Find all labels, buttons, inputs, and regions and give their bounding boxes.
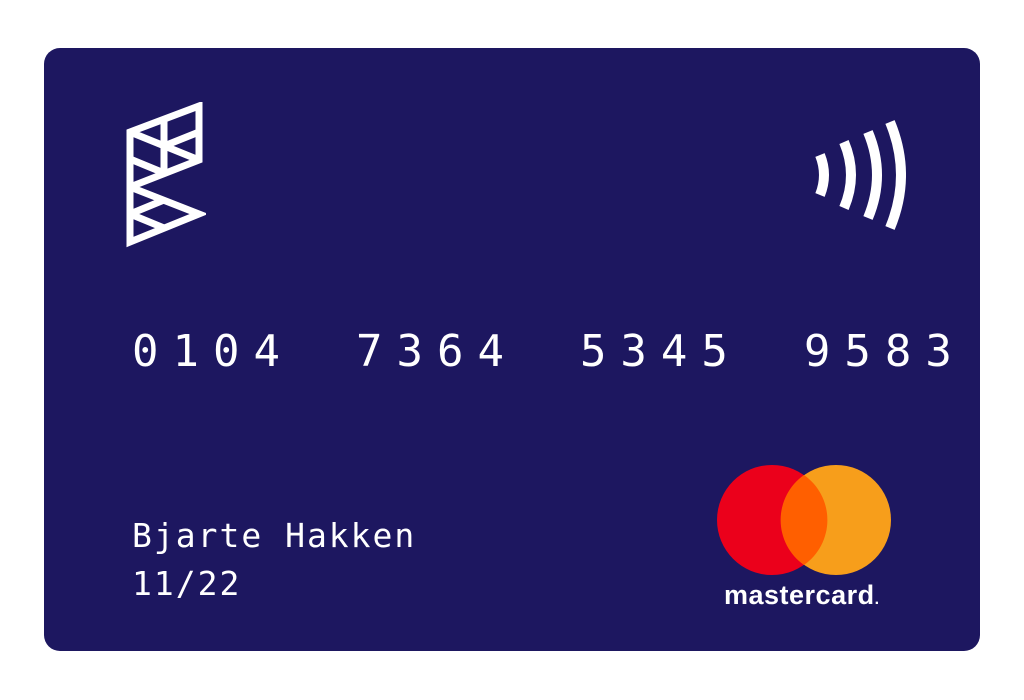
mastercard-registered-dot: . <box>874 591 880 608</box>
mastercard-wordmark: mastercard. <box>724 578 880 617</box>
mastercard-wordmark-text: mastercard <box>724 580 875 610</box>
mastercard-circles-icon <box>717 465 891 575</box>
contactless-icon <box>815 120 906 230</box>
card-number-group-3: 5345 <box>579 326 742 377</box>
card-number-group-2: 7364 <box>355 326 518 377</box>
expiry-date: 11/22 <box>132 564 242 603</box>
card-number-group-1: 0104 <box>132 326 294 377</box>
issuer-logo-icon <box>126 102 206 248</box>
card-number-group-4: 9583 <box>803 326 966 377</box>
card-number: 0104 7364 5345 9583 <box>132 322 952 382</box>
cardholder-name: Bjarte Hakken <box>132 516 417 555</box>
payment-card: 0104 7364 5345 9583 Bjarte Hakken 11/22 … <box>44 48 980 651</box>
